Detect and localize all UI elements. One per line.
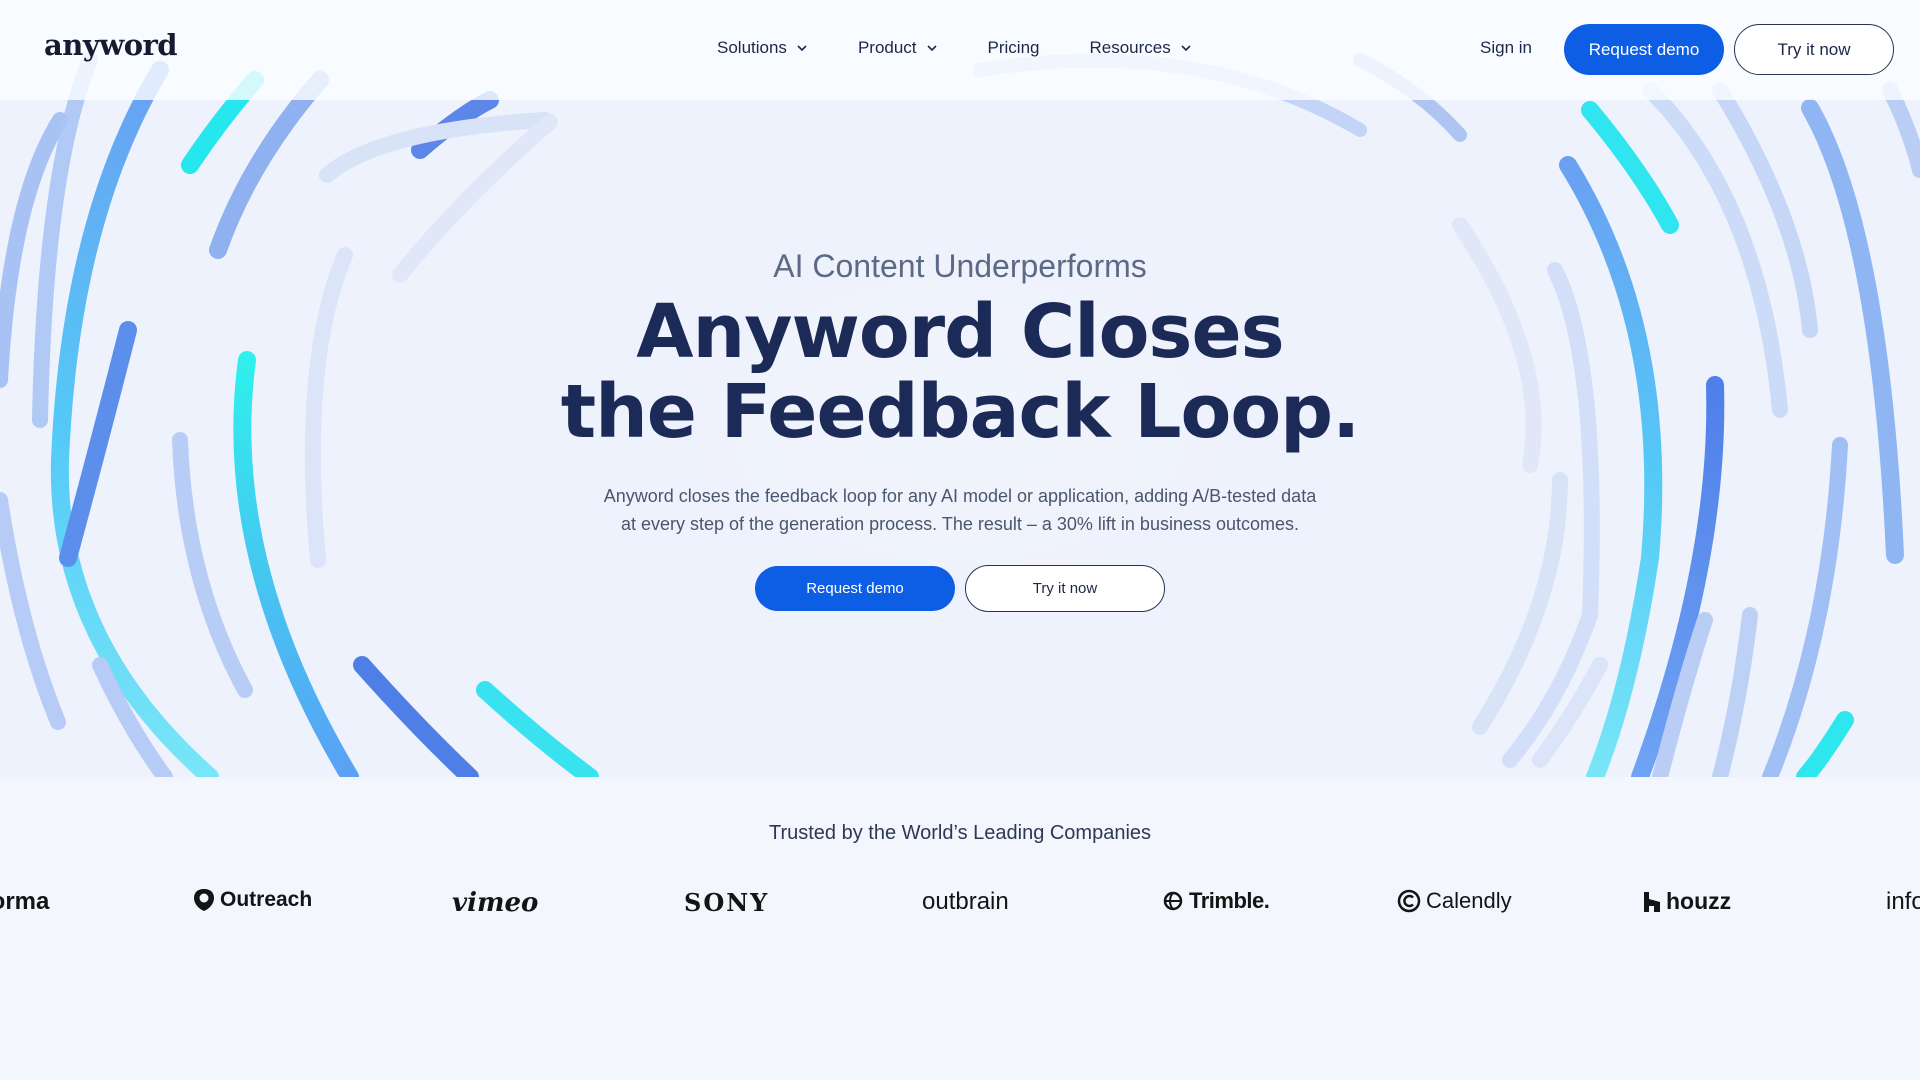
nav-item-product[interactable]: Product: [858, 38, 938, 58]
chevron-down-icon: [926, 45, 937, 52]
top-navigation: anyword Solutions Product Pricing Resour…: [0, 0, 1920, 100]
ring-arc: [172, 432, 253, 698]
nav-request-demo-button[interactable]: Request demo: [1564, 24, 1724, 75]
ring-arc: [0, 492, 66, 730]
ring-arc: [1882, 82, 1920, 178]
subtext-line-1: Anyword closes the feedback loop for any…: [603, 486, 1317, 506]
nav-item-solutions[interactable]: Solutions: [717, 38, 808, 58]
logo-trimble: Trimble.: [1162, 888, 1270, 914]
ring-arc: [1712, 607, 1758, 777]
hero-request-demo-button[interactable]: Request demo: [755, 566, 955, 611]
trusted-heading: Trusted by the World’s Leading Companies: [768, 822, 1152, 844]
ring-arc: [1762, 437, 1848, 777]
hero-headline: Anyword Closes the Feedback Loop.: [0, 292, 1920, 452]
logo-vimeo: vimeo: [452, 888, 539, 918]
headline-line-1: Anyword Closes: [636, 289, 1284, 375]
nav-item-label: Solutions: [717, 38, 787, 57]
logo-forma: Forma: [0, 888, 50, 915]
ring-arc: [353, 656, 479, 777]
hero-eyebrow: AI Content Underperforms: [773, 248, 1147, 284]
logo-outreach: Outreach: [193, 888, 312, 912]
nav-item-label: Pricing: [987, 38, 1040, 57]
nav-item-label: Resources: [1089, 38, 1171, 57]
chevron-down-icon: [1181, 45, 1191, 52]
logo-outbrain: outbrain: [922, 888, 1009, 915]
ring-arc: [1581, 101, 1679, 234]
outreach-shield-icon: [194, 889, 214, 911]
chevron-down-icon: [797, 45, 807, 52]
hero-subtext: Anyword closes the feedback loop for any…: [560, 482, 1360, 538]
logo-houzz: houzz: [1643, 888, 1731, 915]
logo-sony: SONY: [684, 888, 770, 917]
ring-arc: [476, 681, 599, 777]
trimble-globe-icon: [1163, 891, 1183, 911]
nav-item-pricing[interactable]: Pricing: [988, 38, 1040, 58]
nav-item-label: Product: [857, 38, 917, 57]
nav-links: Solutions Product Pricing Resources: [717, 38, 1242, 58]
sign-in-link[interactable]: Sign in: [1480, 38, 1532, 58]
hero-try-it-now-button[interactable]: Try it now: [965, 565, 1165, 612]
logo-calendly: Calendly: [1397, 888, 1512, 914]
headline-line-2: the Feedback Loop.: [560, 369, 1361, 455]
calendly-c-icon: [1397, 889, 1421, 913]
nav-item-resources[interactable]: Resources: [1090, 38, 1192, 58]
houzz-h-icon: [1644, 891, 1660, 912]
ring-arc: [1796, 711, 1854, 777]
logo-info: info: [1886, 888, 1920, 915]
subtext-line-2: at every step of the generation process.…: [620, 514, 1300, 534]
company-logos-strip: Forma Outreach vimeo SONY outbrain Trimb…: [0, 880, 1920, 930]
nav-try-it-now-button[interactable]: Try it now: [1734, 24, 1894, 75]
anyword-logo[interactable]: anyword: [44, 28, 178, 62]
